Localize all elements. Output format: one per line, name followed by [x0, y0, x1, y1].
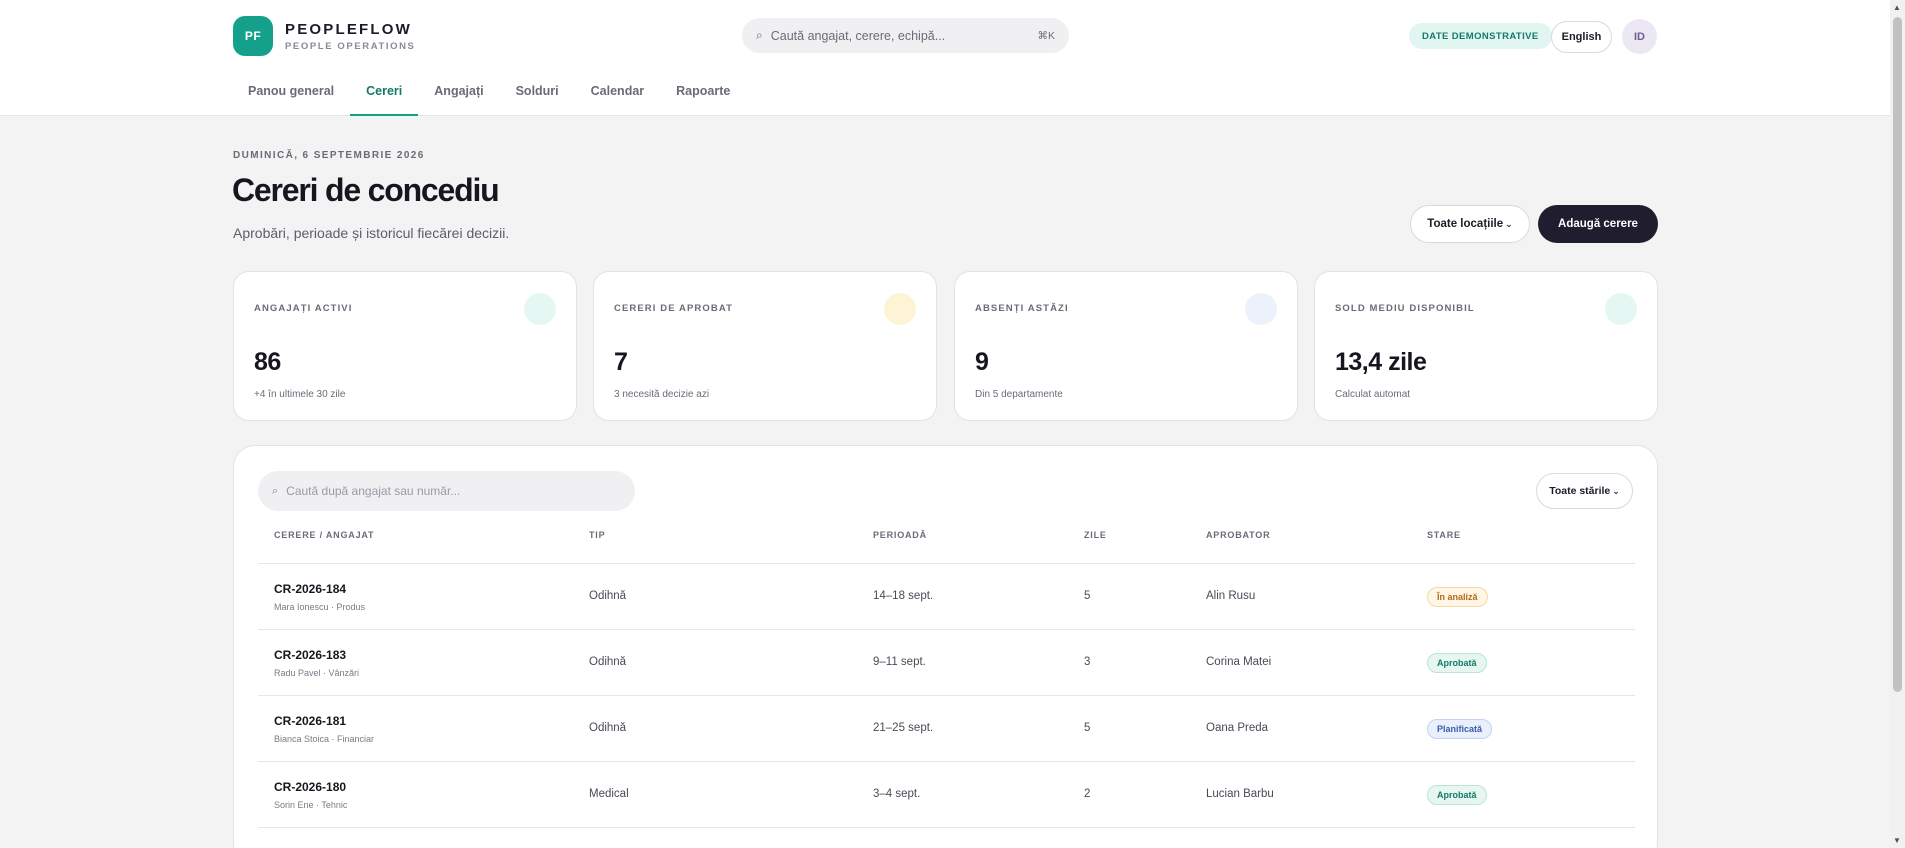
logo: PF	[233, 16, 273, 56]
add-request-button[interactable]: Adaugă cerere	[1538, 205, 1658, 243]
request-type: Medical	[589, 788, 629, 800]
stat-icon	[884, 293, 916, 325]
page-scrollbar[interactable]: ▲ ▼	[1890, 0, 1905, 848]
request-days: 3	[1084, 656, 1091, 668]
top-header: PF PEOPLEFLOW PEOPLE OPERATIONS ⌕ Caută …	[0, 0, 1890, 116]
table-row[interactable]: CR-2026-183 Radu Pavel · Vânzări Odihnă …	[258, 630, 1635, 696]
request-id[interactable]: CR-2026-184	[274, 582, 346, 596]
search-icon: ⌕	[756, 28, 763, 42]
brand-subtitle: PEOPLE OPERATIONS	[285, 40, 416, 52]
request-employee: Mara Ionescu · Produs	[274, 602, 366, 612]
table-header: CERERE / ANGAJAT TIP PERIOADĂ ZILE APROB…	[258, 530, 1635, 564]
stat-value: 86	[254, 348, 281, 376]
request-employee: Bianca Stoica · Financiar	[274, 734, 375, 744]
status-badge: Planificată	[1427, 719, 1493, 739]
request-id[interactable]: CR-2026-183	[274, 648, 346, 662]
stat-card-average-balance: SOLD MEDIU DISPONIBIL 13,4 zile Calculat…	[1314, 271, 1658, 421]
table-row[interactable]: CR-2026-184 Mara Ionescu · Produs Odihnă…	[258, 564, 1635, 630]
request-approver: Lucian Barbu	[1206, 788, 1274, 800]
request-days: 2	[1084, 788, 1091, 800]
brand-text: PEOPLEFLOW PEOPLE OPERATIONS	[285, 21, 416, 52]
stat-note: Calculat automat	[1335, 389, 1411, 400]
request-days: 5	[1084, 590, 1091, 602]
table-row[interactable]: CR-2026-180 Sorin Ene · Tehnic Medical 3…	[258, 762, 1635, 828]
requests-table-panel: ⌕ Caută după angajat sau număr... Toate …	[233, 445, 1658, 848]
request-type: Odihnă	[589, 722, 627, 734]
column-header-type[interactable]: TIP	[589, 530, 605, 540]
brand[interactable]: PF PEOPLEFLOW PEOPLE OPERATIONS	[233, 16, 416, 56]
status-filter-button[interactable]: Toate stările ⌄	[1536, 473, 1633, 509]
status-filter-label: Toate stările	[1549, 485, 1611, 497]
request-employee: Radu Pavel · Vânzări	[274, 668, 360, 678]
stat-icon	[524, 293, 556, 325]
main-nav: Panou general Cereri Angajați Solduri Ca…	[232, 70, 746, 116]
request-type: Odihnă	[589, 590, 627, 602]
stat-value: 9	[975, 348, 989, 376]
request-period: 9–11 sept.	[873, 656, 926, 668]
table-search-placeholder: Caută după angajat sau număr...	[286, 484, 461, 498]
stat-icon	[1605, 293, 1637, 325]
search-shortcut: ⌘K	[1037, 29, 1055, 42]
stat-value: 13,4 zile	[1335, 348, 1427, 376]
stat-label: ANGAJAȚI ACTIVI	[254, 303, 353, 314]
scrollbar-thumb[interactable]	[1893, 17, 1902, 692]
request-type: Odihnă	[589, 656, 627, 668]
stat-card-active-employees: ANGAJAȚI ACTIVI 86 +4 în ultimele 30 zil…	[233, 271, 577, 421]
table-row[interactable]: CR-2026-181 Bianca Stoica · Financiar Od…	[258, 696, 1635, 762]
request-employee: Sorin Ene · Tehnic	[274, 800, 348, 810]
scroll-down-arrow-icon[interactable]: ▼	[1893, 836, 1901, 845]
tab-employees[interactable]: Angajați	[418, 70, 499, 116]
stat-card-pending-approvals: CERERI DE APROBAT 7 3 necesită decizie a…	[593, 271, 937, 421]
global-search-placeholder: Caută angajat, cerere, echipă...	[770, 28, 946, 43]
stat-note: 3 necesită decizie azi	[614, 389, 710, 400]
request-days: 5	[1084, 722, 1091, 734]
locations-filter-label: Toate locațiile	[1427, 218, 1504, 230]
request-period: 14–18 sept.	[873, 590, 934, 602]
column-header-days[interactable]: ZILE	[1084, 530, 1107, 540]
global-search-input[interactable]: ⌕ Caută angajat, cerere, echipă... ⌘K	[742, 18, 1069, 53]
tab-reports[interactable]: Rapoarte	[660, 70, 746, 116]
request-id[interactable]: CR-2026-180	[274, 780, 346, 794]
demo-data-badge: DATE DEMONSTRATIVE	[1409, 23, 1552, 49]
request-id[interactable]: CR-2026-181	[274, 714, 346, 728]
column-header-period[interactable]: PERIOADĂ	[873, 530, 927, 540]
tab-overview[interactable]: Panou general	[232, 70, 350, 116]
stat-note: +4 în ultimele 30 zile	[254, 389, 346, 400]
stat-value: 7	[614, 348, 628, 376]
locations-filter-button[interactable]: Toate locațiile ⌄	[1410, 205, 1530, 243]
tab-calendar[interactable]: Calendar	[575, 70, 661, 116]
chevron-down-icon: ⌄	[1612, 485, 1620, 496]
column-header-status[interactable]: STARE	[1427, 530, 1461, 540]
chevron-down-icon: ⌄	[1505, 218, 1513, 229]
tab-requests[interactable]: Cereri	[350, 70, 419, 116]
avatar[interactable]: ID	[1622, 19, 1657, 54]
stat-label: SOLD MEDIU DISPONIBIL	[1335, 303, 1475, 314]
tab-balances[interactable]: Solduri	[500, 70, 575, 116]
current-date: DUMINICĂ, 6 SEPTEMBRIE 2026	[233, 150, 425, 161]
request-period: 3–4 sept.	[873, 788, 921, 800]
request-period: 21–25 sept.	[873, 722, 934, 734]
scroll-up-arrow-icon[interactable]: ▲	[1893, 3, 1901, 12]
request-approver: Oana Preda	[1206, 722, 1269, 734]
search-icon: ⌕	[272, 484, 279, 497]
column-header-request[interactable]: CERERE / ANGAJAT	[274, 530, 374, 540]
request-approver: Alin Rusu	[1206, 590, 1256, 602]
stat-note: Din 5 departamente	[975, 389, 1063, 400]
table-search-input[interactable]: ⌕ Caută după angajat sau număr...	[258, 471, 635, 511]
brand-name: PEOPLEFLOW	[285, 20, 412, 38]
page-subtitle: Aprobări, perioade și istoricul fiecărei…	[233, 225, 510, 241]
column-header-approver[interactable]: APROBATOR	[1206, 530, 1270, 540]
status-badge: Aprobată	[1427, 653, 1487, 673]
page-title: Cereri de concediu	[232, 172, 500, 208]
stat-label: ABSENȚI ASTĂZI	[975, 303, 1069, 314]
status-badge: În analiză	[1427, 587, 1488, 607]
status-badge: Aprobată	[1427, 785, 1487, 805]
stat-label: CERERI DE APROBAT	[614, 303, 733, 314]
request-approver: Corina Matei	[1206, 656, 1272, 668]
language-button[interactable]: English	[1551, 21, 1612, 53]
stat-card-absent-today: ABSENȚI ASTĂZI 9 Din 5 departamente	[954, 271, 1298, 421]
stat-icon	[1245, 293, 1277, 325]
